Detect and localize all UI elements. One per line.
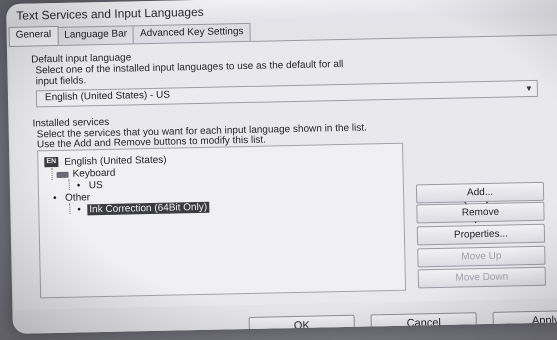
tree-item-language[interactable]: English (United States) xyxy=(64,155,166,168)
tree-connector xyxy=(68,179,70,190)
title-bar: Text Services and Input Languages xyxy=(6,0,557,26)
tree-connector xyxy=(69,203,71,214)
move-down-button[interactable]: Move Down xyxy=(417,266,547,289)
window-title: Text Services and Input Languages xyxy=(16,4,204,23)
default-language-dropdown[interactable]: English (United States) - US ▼ xyxy=(35,79,539,108)
tab-general[interactable]: General xyxy=(8,25,59,47)
text-services-dialog: Text Services and Input Languages Genera… xyxy=(6,0,557,334)
tree-item-ink-correction[interactable]: Ink Correction (64Bit Only) xyxy=(87,201,210,216)
default-language-description-line2: input fields. xyxy=(35,75,87,88)
language-badge-icon: EN xyxy=(44,156,59,168)
default-language-value: English (United States) - US xyxy=(44,89,171,104)
properties-button[interactable]: Properties... xyxy=(416,223,546,246)
tree-item-keyboard-us[interactable]: US xyxy=(89,180,103,191)
keyboard-icon xyxy=(56,171,69,178)
installed-services-tree[interactable]: EN English (United States) Keyboard • US… xyxy=(37,142,407,299)
remove-button[interactable]: Remove xyxy=(416,201,545,224)
move-up-button[interactable]: Move Up xyxy=(417,245,546,268)
tree-bullet-icon: • xyxy=(52,192,57,205)
tree-item-other[interactable]: Other xyxy=(65,192,90,204)
general-tab-panel: Default input language Select one of the… xyxy=(8,34,557,322)
tree-bullet-icon: • xyxy=(76,180,81,192)
dropdown-arrow-icon[interactable]: ▼ xyxy=(523,82,535,95)
add-button[interactable]: Add... xyxy=(415,181,545,204)
tree-item-keyboard[interactable]: Keyboard xyxy=(72,168,115,180)
tab-language-bar[interactable]: Language Bar xyxy=(57,25,135,45)
tree-bullet-icon: • xyxy=(77,204,81,216)
tree-connector xyxy=(51,168,53,181)
